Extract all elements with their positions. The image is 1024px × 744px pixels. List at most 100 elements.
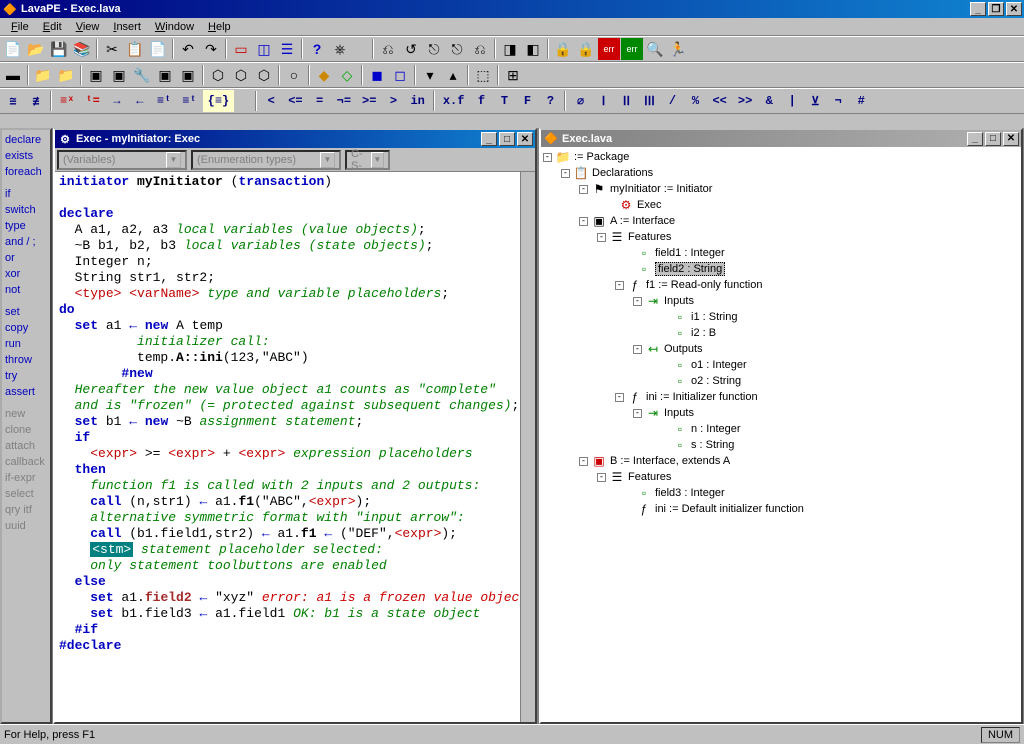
tree-node[interactable]: Declarations bbox=[592, 167, 653, 179]
obj10-icon[interactable]: ⬡ bbox=[230, 64, 252, 86]
tb13-icon[interactable]: err bbox=[598, 38, 620, 60]
obj2-icon[interactable]: 📁 bbox=[32, 64, 54, 86]
tb5-icon[interactable]: ↺ bbox=[400, 38, 422, 60]
op-q[interactable]: ? bbox=[539, 90, 561, 112]
tb14-icon[interactable]: err bbox=[621, 38, 643, 60]
obj16-icon[interactable]: ◻ bbox=[389, 64, 411, 86]
tree-node[interactable]: o1 : Integer bbox=[691, 359, 747, 371]
copy-icon[interactable]: 📋 bbox=[124, 38, 146, 60]
tree-node[interactable]: Inputs bbox=[664, 295, 694, 307]
obj6-icon[interactable]: 🔧 bbox=[131, 64, 153, 86]
help-icon[interactable]: ? bbox=[306, 38, 328, 60]
op-01[interactable]: ≅ bbox=[2, 90, 24, 112]
kw-not[interactable]: not bbox=[4, 282, 48, 298]
variables-combo[interactable]: (Variables)▼ bbox=[57, 150, 187, 170]
kw-type[interactable]: type bbox=[4, 218, 48, 234]
op-f[interactable]: f bbox=[470, 90, 492, 112]
op-in[interactable]: in bbox=[405, 90, 429, 112]
editor-min-button[interactable]: _ bbox=[481, 132, 497, 146]
expand-icon[interactable]: - bbox=[543, 153, 552, 162]
obj13-icon[interactable]: ◆ bbox=[313, 64, 335, 86]
op-gt[interactable]: > bbox=[382, 90, 404, 112]
expand-icon[interactable]: - bbox=[615, 281, 624, 290]
tree-node[interactable]: s : String bbox=[691, 439, 734, 451]
kw-switch[interactable]: switch bbox=[4, 202, 48, 218]
obj9-icon[interactable]: ⬡ bbox=[207, 64, 229, 86]
op-t[interactable]: T bbox=[493, 90, 515, 112]
cut-icon[interactable]: ✂ bbox=[101, 38, 123, 60]
kw-or[interactable]: or bbox=[4, 250, 48, 266]
save-icon[interactable]: 💾 bbox=[48, 38, 70, 60]
op-3[interactable]: ⅠⅠⅠ bbox=[638, 90, 660, 112]
tree-node[interactable]: ini := Default initializer function bbox=[655, 503, 804, 515]
kw-run[interactable]: run bbox=[4, 336, 48, 352]
tb7-icon[interactable]: ⎋ bbox=[446, 38, 468, 60]
obj18-icon[interactable]: ▴ bbox=[442, 64, 464, 86]
kw-try[interactable]: try bbox=[4, 368, 48, 384]
editor-max-button[interactable]: □ bbox=[499, 132, 515, 146]
tb6-icon[interactable]: ⎋ bbox=[423, 38, 445, 60]
op-08[interactable]: ≡ᵗ bbox=[177, 90, 201, 112]
minimize-button[interactable]: _ bbox=[970, 2, 986, 16]
tree-node[interactable]: Features bbox=[628, 231, 671, 243]
op-and[interactable]: & bbox=[758, 90, 780, 112]
op-06[interactable]: ← bbox=[129, 90, 151, 112]
undo-icon[interactable]: ↶ bbox=[177, 38, 199, 60]
obj19-icon[interactable]: ⬚ bbox=[472, 64, 494, 86]
op-05[interactable]: → bbox=[106, 90, 128, 112]
op-F[interactable]: F bbox=[516, 90, 538, 112]
menu-window[interactable]: Window bbox=[148, 20, 201, 34]
obj7-icon[interactable]: ▣ bbox=[154, 64, 176, 86]
tb9-icon[interactable]: ◨ bbox=[499, 38, 521, 60]
tb1-icon[interactable]: ▭ bbox=[230, 38, 252, 60]
op-09[interactable]: {≡} bbox=[203, 90, 235, 112]
op-eq[interactable]: = bbox=[309, 90, 331, 112]
op-2[interactable]: ⅠⅠ bbox=[615, 90, 637, 112]
op-or[interactable]: | bbox=[781, 90, 803, 112]
tb12-icon[interactable]: 🔒 bbox=[575, 38, 597, 60]
op-null[interactable]: ∅ bbox=[569, 90, 591, 112]
kw-if[interactable]: if bbox=[4, 186, 48, 202]
tree-node[interactable]: ini := Initializer function bbox=[646, 391, 758, 403]
op-shl[interactable]: << bbox=[707, 90, 731, 112]
saveall-icon[interactable]: 📚 bbox=[71, 38, 93, 60]
op-1[interactable]: Ⅰ bbox=[592, 90, 614, 112]
enum-combo[interactable]: (Enumeration types)▼ bbox=[191, 150, 341, 170]
paste-icon[interactable]: 📄 bbox=[147, 38, 169, 60]
menu-file[interactable]: File bbox=[4, 20, 36, 34]
tree-node[interactable]: B := Interface, extends A bbox=[610, 455, 730, 467]
tree-node[interactable]: field3 : Integer bbox=[655, 487, 725, 499]
tree-node-selected[interactable]: field2 : String bbox=[655, 262, 725, 276]
tree-min-button[interactable]: _ bbox=[967, 132, 983, 146]
tree-node[interactable]: f1 := Read-only function bbox=[646, 279, 763, 291]
close-button[interactable]: ✕ bbox=[1006, 2, 1022, 16]
obj8-icon[interactable]: ▣ bbox=[177, 64, 199, 86]
editor-close-button[interactable]: ✕ bbox=[517, 132, 533, 146]
op-div[interactable]: / bbox=[661, 90, 683, 112]
expand-icon[interactable]: - bbox=[633, 345, 642, 354]
code-editor[interactable]: initiator myInitiator (transaction) decl… bbox=[55, 172, 520, 722]
menu-insert[interactable]: Insert bbox=[106, 20, 148, 34]
obj20-icon[interactable]: ⊞ bbox=[502, 64, 524, 86]
kw-xor[interactable]: xor bbox=[4, 266, 48, 282]
expand-icon[interactable]: - bbox=[561, 169, 570, 178]
expand-icon[interactable]: - bbox=[597, 233, 606, 242]
expand-icon[interactable]: - bbox=[597, 473, 606, 482]
tree-node[interactable]: A := Interface bbox=[610, 215, 675, 227]
op-ne[interactable]: ¬= bbox=[332, 90, 356, 112]
op-04[interactable]: ᵗ= bbox=[80, 90, 104, 112]
kw-copy[interactable]: copy bbox=[4, 320, 48, 336]
tb10-icon[interactable]: ◧ bbox=[522, 38, 544, 60]
tb11-icon[interactable]: 🔒 bbox=[552, 38, 574, 60]
kw-set[interactable]: set bbox=[4, 304, 48, 320]
op-shr[interactable]: >> bbox=[733, 90, 757, 112]
tree-close-button[interactable]: ✕ bbox=[1003, 132, 1019, 146]
op-07[interactable]: ≡ᵗ bbox=[152, 90, 176, 112]
open-icon[interactable]: 📂 bbox=[25, 38, 47, 60]
op-ge[interactable]: >= bbox=[357, 90, 381, 112]
tree-node[interactable]: myInitiator := Initiator bbox=[610, 183, 712, 195]
op-le[interactable]: <= bbox=[283, 90, 307, 112]
expand-icon[interactable]: - bbox=[579, 217, 588, 226]
kw-declare[interactable]: declare bbox=[4, 132, 48, 148]
menu-edit[interactable]: Edit bbox=[36, 20, 69, 34]
